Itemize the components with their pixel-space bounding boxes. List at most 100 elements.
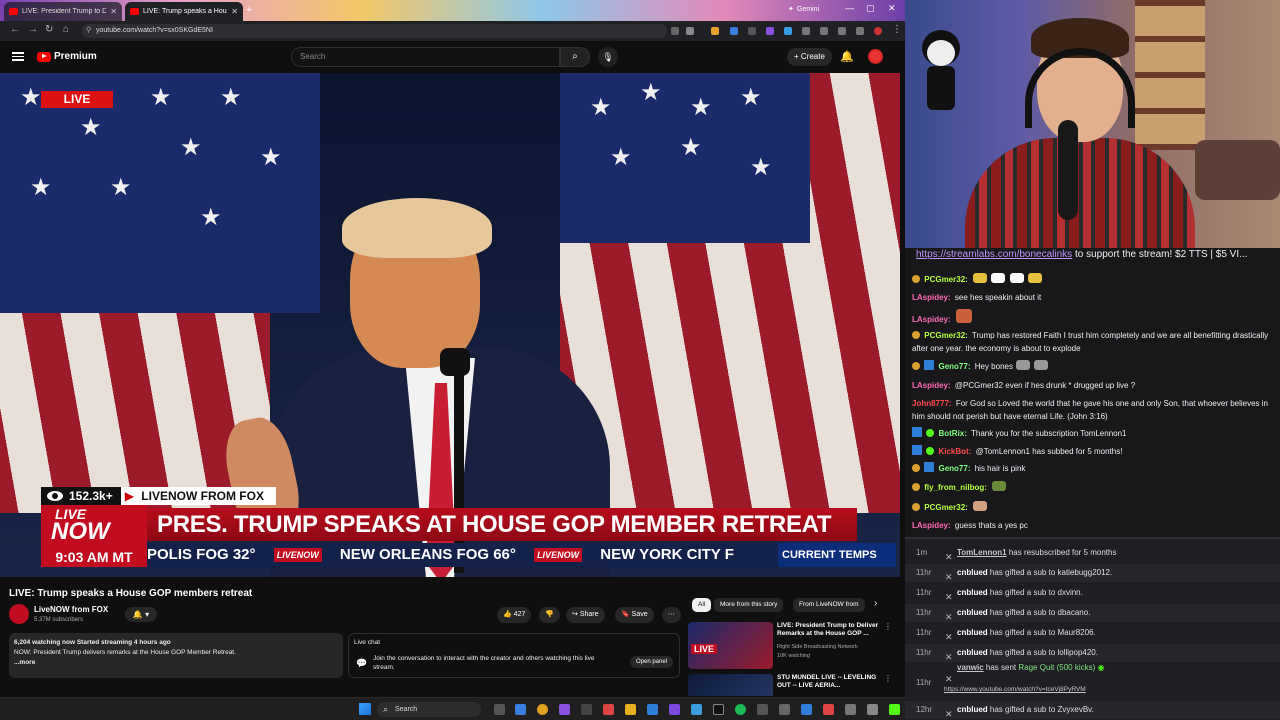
channel-avatar[interactable]	[9, 604, 29, 624]
recommendation-item[interactable]: STU MUNDEL LIVE -- LEVELING OUT -- LIVE …	[688, 674, 900, 696]
chat-username[interactable]: PCGmer32:	[924, 503, 968, 512]
app-icon[interactable]	[867, 704, 878, 715]
extension-icon[interactable]	[766, 27, 774, 35]
extension-icon[interactable]	[784, 27, 792, 35]
gemini-button[interactable]: ✦ Gemini	[788, 5, 819, 14]
recommendation-thumbnail[interactable]	[688, 674, 773, 696]
reload-icon[interactable]: ↻	[45, 24, 53, 35]
browser-tab-2[interactable]: LIVE: Trump speaks a House ✕	[125, 2, 243, 21]
extension-icon[interactable]	[748, 27, 756, 35]
app-icon[interactable]	[845, 704, 856, 715]
search-button[interactable]: ⌕	[560, 47, 590, 67]
event-user[interactable]: TomLennon1	[957, 548, 1007, 557]
more-options-icon[interactable]: ⋮	[884, 622, 892, 631]
chat-username[interactable]: LAspidey:	[912, 293, 951, 302]
description-box[interactable]: 6,204 watching now Started streaming 4 h…	[9, 633, 343, 678]
chat-username[interactable]: PCGmer32:	[924, 275, 968, 284]
forward-icon[interactable]: →	[28, 24, 38, 35]
app-icon[interactable]	[669, 704, 680, 715]
app-icon[interactable]	[823, 704, 834, 715]
event-user[interactable]: cnblued	[957, 628, 988, 637]
chip-more-from-story[interactable]: More from this story	[714, 598, 784, 612]
event-link[interactable]: https://www.youtube.com/watch?v=tceVj8Py…	[944, 681, 1086, 699]
chat-username[interactable]: LAspidey:	[912, 381, 951, 390]
event-user[interactable]: cnblued	[957, 705, 988, 714]
app-icon[interactable]	[581, 704, 592, 715]
site-info-icon[interactable]: ⚲	[86, 24, 91, 38]
create-button[interactable]: + Create	[787, 48, 832, 66]
share-button[interactable]: ↪ Share	[566, 607, 605, 623]
app-icon[interactable]	[559, 704, 570, 715]
chat-username[interactable]: BotRix:	[938, 429, 966, 438]
extension-icon[interactable]	[711, 27, 719, 35]
like-button[interactable]: 👍 427	[497, 607, 532, 623]
notifications-bell-icon[interactable]: 🔔	[840, 50, 854, 63]
chat-username[interactable]: LAspidey:	[912, 315, 951, 324]
save-button[interactable]: 🔖 Save	[615, 607, 654, 623]
chevron-right-icon[interactable]: ›	[874, 598, 877, 609]
more-options-icon[interactable]: ⋮	[884, 674, 892, 683]
dislike-button[interactable]: 👎	[539, 607, 560, 623]
close-tab-icon[interactable]: ✕	[110, 7, 117, 16]
profile-icon[interactable]	[874, 27, 882, 35]
back-icon[interactable]: ←	[10, 24, 20, 35]
banner-link[interactable]: https://streamlabs.com/bonecalinks	[916, 249, 1072, 260]
windows-start-icon[interactable]	[359, 703, 371, 715]
chat-username[interactable]: LAspidey:	[912, 521, 951, 530]
event-user[interactable]: cnblued	[957, 648, 988, 657]
voice-search-button[interactable]: 🎙	[598, 47, 618, 67]
app-icon[interactable]	[757, 704, 768, 715]
app-icon[interactable]	[603, 704, 614, 715]
chip-all[interactable]: All	[692, 598, 712, 612]
hamburger-menu-icon[interactable]	[12, 50, 24, 62]
chat-username[interactable]: John8777:	[912, 399, 952, 408]
chip-from-channel[interactable]: From LiveNOW from	[793, 598, 865, 612]
chat-username[interactable]: Geno77:	[938, 362, 970, 371]
recommendation-title[interactable]: LIVE: President Trump to Deliver Remarks…	[777, 622, 885, 638]
browser-menu-icon[interactable]: ⋮	[892, 24, 902, 35]
taskbar-search[interactable]: Search	[377, 702, 481, 717]
browser-tab-1[interactable]: LIVE: President Trump to D ✕	[4, 2, 122, 21]
minimize-icon[interactable]: —	[845, 3, 854, 13]
chat-username[interactable]: PCGmer32:	[924, 331, 968, 340]
more-link[interactable]: ...more	[14, 658, 338, 668]
app-icon[interactable]	[779, 704, 790, 715]
sidebar-icon[interactable]	[838, 27, 846, 35]
app-icon[interactable]	[647, 704, 658, 715]
extension-icon[interactable]	[730, 27, 738, 35]
open-panel-button[interactable]: Open panel	[630, 656, 674, 668]
edge-icon[interactable]	[515, 704, 526, 715]
spotify-icon[interactable]	[735, 704, 746, 715]
chrome-icon[interactable]	[537, 704, 548, 715]
close-tab-icon[interactable]: ✕	[231, 7, 238, 16]
recommendation-thumbnail[interactable]: LIVE	[688, 622, 773, 669]
chat-username[interactable]: fly_from_nilbog:	[924, 483, 987, 492]
chat-username[interactable]: Geno77:	[938, 464, 970, 473]
close-window-icon[interactable]: ✕	[888, 3, 896, 14]
extension-icon[interactable]	[820, 27, 828, 35]
recommendation-item[interactable]: LIVE LIVE: President Trump to Deliver Re…	[688, 622, 900, 672]
file-explorer-icon[interactable]	[625, 704, 636, 715]
maximize-icon[interactable]: ▢	[866, 3, 875, 14]
chat-username[interactable]: KickBot:	[938, 447, 971, 456]
extension-icon[interactable]	[856, 27, 864, 35]
video-player[interactable]: ★ ★ ★ ★ ★ ★ ★ ★ ★ ★ ★ ★ ★ ★ ★ ★ LIVE 152…	[0, 73, 900, 577]
extension-icon[interactable]	[802, 27, 810, 35]
extension-icon[interactable]	[671, 27, 679, 35]
app-icon[interactable]	[801, 704, 812, 715]
task-view-icon[interactable]	[494, 704, 505, 715]
account-avatar[interactable]	[868, 49, 883, 64]
bookmark-star-icon[interactable]	[686, 27, 694, 35]
channel-name[interactable]: LiveNOW from FOX	[34, 605, 108, 614]
url-field[interactable]: ⚲ youtube.com/watch?v=sx0SKGdE5NI	[82, 24, 667, 38]
youtube-logo[interactable]: Premium	[37, 51, 97, 62]
app-icon[interactable]	[713, 704, 724, 715]
app-icon[interactable]	[691, 704, 702, 715]
event-user[interactable]: vanwic	[957, 663, 984, 672]
kick-icon[interactable]	[889, 704, 900, 715]
event-user[interactable]: cnblued	[957, 568, 988, 577]
home-icon[interactable]: ⌂	[63, 24, 69, 35]
more-actions-button[interactable]: ⋯	[662, 607, 681, 623]
event-user[interactable]: cnblued	[957, 608, 988, 617]
search-input[interactable]: Search	[291, 47, 560, 67]
